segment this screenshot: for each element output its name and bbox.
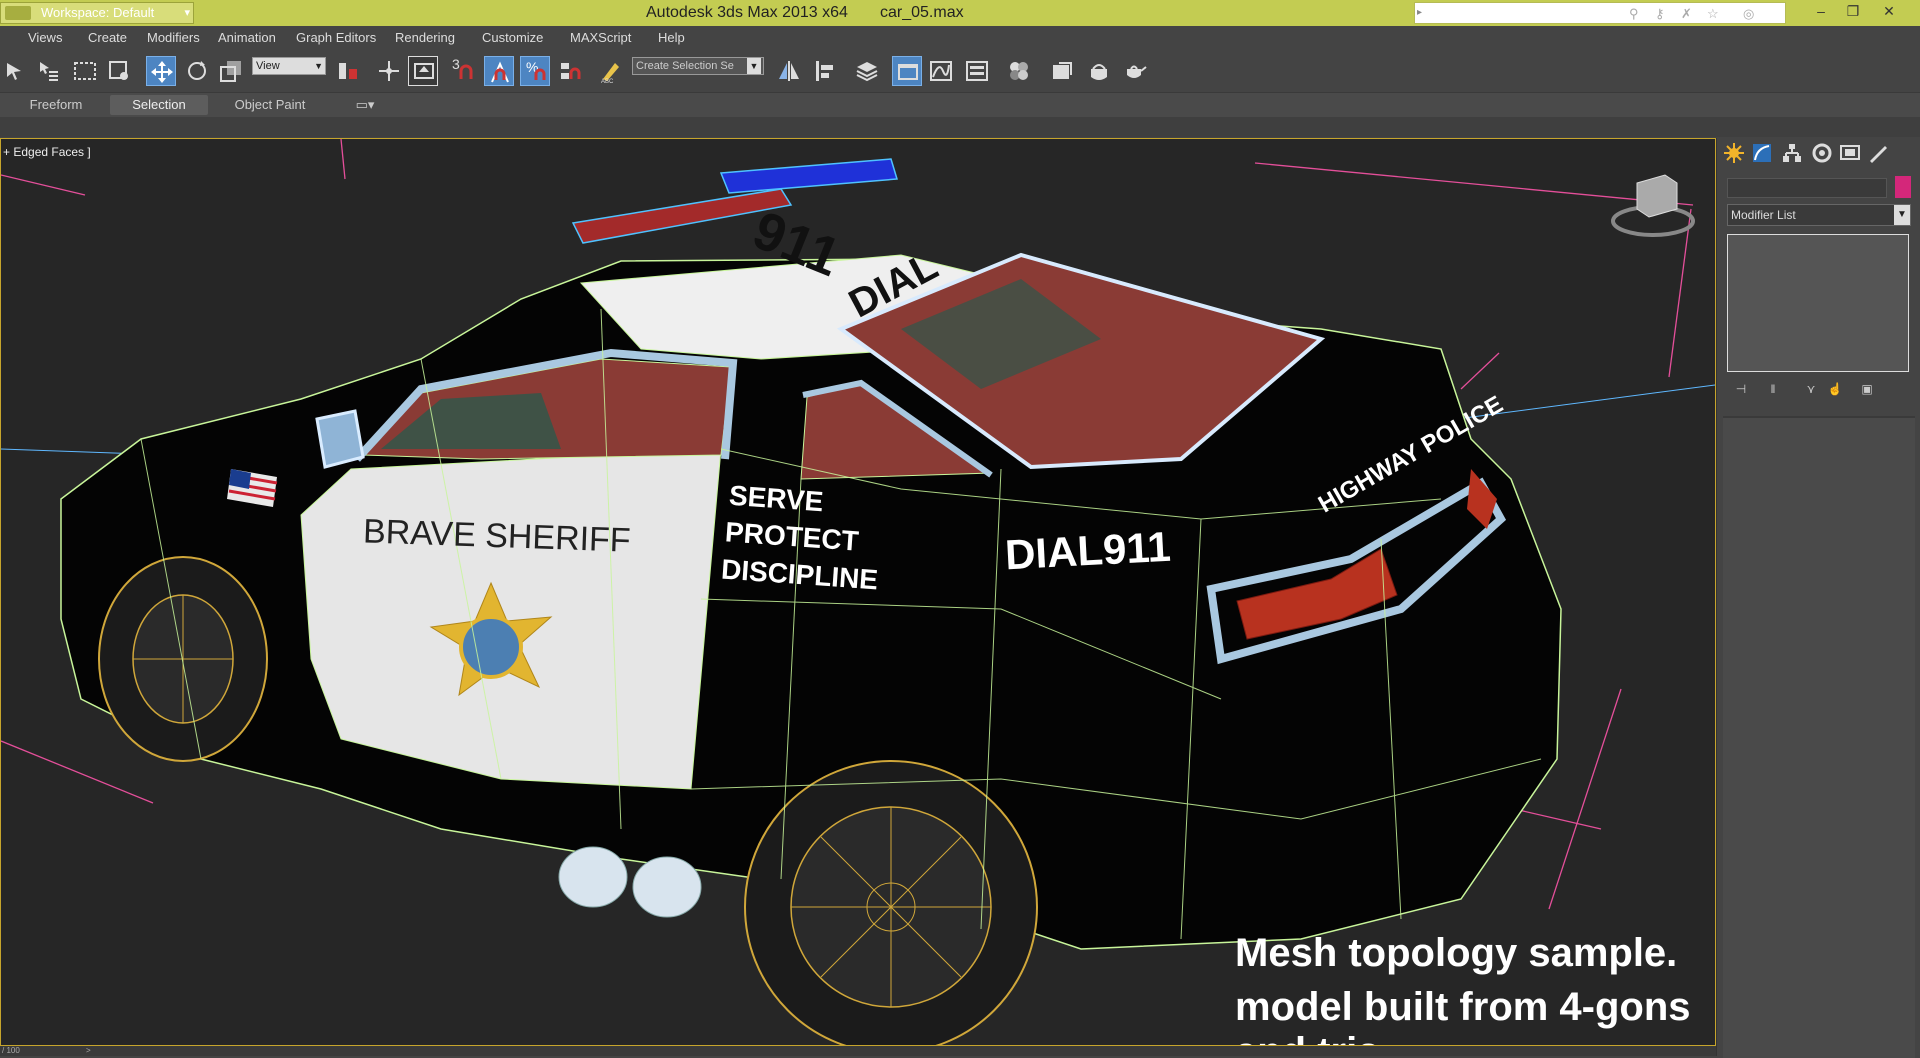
key-icon[interactable]: ⚷ (1655, 6, 1665, 22)
angle-snap-icon[interactable] (484, 56, 514, 86)
menu-maxscript[interactable]: MAXScript (570, 30, 631, 45)
utilities-tab-icon[interactable] (1867, 142, 1891, 164)
perspective-viewport[interactable]: 911 DIAL BRAVE SHERIFF SERVE PROTECT DIS… (0, 138, 1716, 1046)
select-by-name-icon[interactable] (34, 56, 64, 86)
chevron-down-icon: ▼ (1894, 205, 1910, 225)
app-title: Autodesk 3ds Max 2013 x64 (646, 4, 848, 21)
motto-serve-text: SERVE (728, 479, 825, 518)
time-slider[interactable]: / 100 > (0, 1046, 1716, 1056)
menu-create[interactable]: Create (88, 30, 127, 45)
rear-wheel (744, 760, 1038, 1045)
workspace-label: Workspace: Default (41, 5, 155, 20)
side-dial911-text: DIAL911 (1003, 522, 1172, 579)
main-toolbar: View ▼ 3 % ABC Create Selection Se ▼ (0, 50, 1920, 93)
ribbon-tabs: Freeform Selection Object Paint ▭▾ (0, 93, 1920, 117)
star-icon[interactable]: ☆ (1707, 6, 1719, 22)
chevron-down-icon: ▼ (314, 61, 323, 71)
svg-text:ABC: ABC (601, 79, 614, 83)
create-tab-icon[interactable] (1723, 142, 1747, 164)
modifier-list-dropdown[interactable]: Modifier List ▼ (1727, 204, 1911, 226)
menu-rendering[interactable]: Rendering (395, 30, 455, 45)
exchange-icon[interactable]: ✗ (1681, 6, 1692, 22)
app-logo-icon[interactable] (5, 6, 31, 20)
chevron-down-icon[interactable]: ▾ (184, 3, 190, 23)
display-tab-icon[interactable] (1839, 142, 1863, 164)
file-name: car_05.max (880, 4, 964, 21)
make-unique-icon[interactable]: ⋎ (1801, 382, 1821, 398)
select-and-rotate-icon[interactable] (182, 56, 212, 86)
caption-line-2: model built from 4-gons and tris (1235, 985, 1691, 1045)
align-icon[interactable] (810, 56, 840, 86)
snaps-toggle-icon[interactable]: 3 (448, 56, 478, 86)
pivot-center-icon[interactable] (332, 56, 362, 86)
material-editor-icon[interactable] (1004, 56, 1034, 86)
mirror-icon[interactable] (774, 56, 804, 86)
restore-icon[interactable]: ❐ (1840, 2, 1866, 22)
menu-views[interactable]: Views (28, 30, 62, 45)
graphite-toggle-icon[interactable] (892, 56, 922, 86)
menu-modifiers[interactable]: Modifiers (147, 30, 200, 45)
named-selection-placeholder: Create Selection Se (636, 60, 734, 72)
title-bar: Workspace: Default ▾ Autodesk 3ds Max 20… (0, 0, 1920, 26)
expand-arrow-icon[interactable]: ▸ (1417, 7, 1422, 18)
select-and-manipulate-icon[interactable] (374, 56, 404, 86)
remove-modifier-icon[interactable]: ☝ (1825, 382, 1845, 398)
select-and-scale-icon[interactable] (216, 56, 246, 86)
front-wheel (98, 556, 268, 762)
infocenter-search-input[interactable]: ▸ ⚲ ⚷ ✗ ☆ ◎ (1414, 2, 1786, 24)
binoculars-icon[interactable]: ⚲ (1629, 6, 1639, 22)
tab-object-paint[interactable]: Object Paint (222, 95, 318, 115)
menu-graph-editors[interactable]: Graph Editors (296, 30, 376, 45)
workspace-selector[interactable]: Workspace: Default ▾ (0, 2, 194, 24)
menu-animation[interactable]: Animation (218, 30, 276, 45)
caption-line-1: Mesh topology sample. (1235, 931, 1678, 975)
named-selection-dropdown[interactable]: Create Selection Se ▼ (632, 57, 764, 75)
ribbon-panel-collapsed (0, 117, 1920, 137)
command-panel: Modifier List ▼ ⊣ ‖ ⋎ ☝ ▣ (1716, 138, 1920, 1058)
tab-freeform[interactable]: Freeform (12, 95, 100, 115)
ribbon-options-icon[interactable]: ▭▾ (350, 95, 380, 115)
percent-snap-icon[interactable]: % (520, 56, 550, 86)
object-name-input[interactable] (1727, 178, 1887, 198)
view-cube-icon (1611, 174, 1695, 237)
reference-coordinate-dropdown[interactable]: View ▼ (252, 57, 326, 75)
schematic-view-icon[interactable] (962, 56, 992, 86)
viewport-shading-label[interactable]: + Edged Faces ] (3, 145, 91, 159)
next-frame-button[interactable]: > (86, 1046, 91, 1056)
configure-modifier-sets-icon[interactable]: ▣ (1857, 382, 1877, 398)
rendered-frame-window-icon[interactable] (1084, 56, 1114, 86)
render-production-icon[interactable] (1120, 56, 1150, 86)
render-setup-icon[interactable] (1048, 56, 1078, 86)
close-icon[interactable]: ✕ (1876, 2, 1902, 22)
keyboard-shortcut-override-icon[interactable] (408, 56, 438, 86)
object-color-swatch[interactable] (1895, 176, 1911, 198)
modifier-list-label: Modifier List (1731, 208, 1796, 222)
show-end-result-icon[interactable]: ‖ (1763, 382, 1783, 398)
modifier-stack[interactable] (1727, 234, 1909, 372)
layer-manager-icon[interactable] (852, 56, 882, 86)
spinner-snap-icon[interactable] (556, 56, 586, 86)
rectangular-selection-icon[interactable] (70, 56, 100, 86)
frame-counter: / 100 (2, 1046, 20, 1055)
help-icon[interactable]: ◎ (1743, 6, 1754, 22)
pin-stack-icon[interactable]: ⊣ (1731, 382, 1751, 398)
tab-selection[interactable]: Selection (110, 95, 208, 115)
hierarchy-tab-icon[interactable] (1781, 142, 1805, 164)
menu-customize[interactable]: Customize (482, 30, 543, 45)
window-crossing-icon[interactable] (104, 56, 134, 86)
minimize-icon[interactable]: – (1808, 2, 1834, 22)
parameters-rollout (1723, 416, 1915, 1058)
menu-bar: Views Create Modifiers Animation Graph E… (0, 26, 1920, 50)
motion-tab-icon[interactable] (1811, 142, 1835, 164)
curve-editor-icon[interactable] (926, 56, 956, 86)
reference-coordinate-value: View (256, 60, 280, 72)
chevron-down-icon: ▼ (747, 58, 761, 74)
modify-tab-icon[interactable] (1751, 142, 1775, 164)
select-object-icon[interactable] (0, 56, 30, 86)
edit-named-selection-icon[interactable]: ABC (596, 56, 626, 86)
menu-help[interactable]: Help (658, 30, 685, 45)
select-and-move-icon[interactable] (146, 56, 176, 86)
